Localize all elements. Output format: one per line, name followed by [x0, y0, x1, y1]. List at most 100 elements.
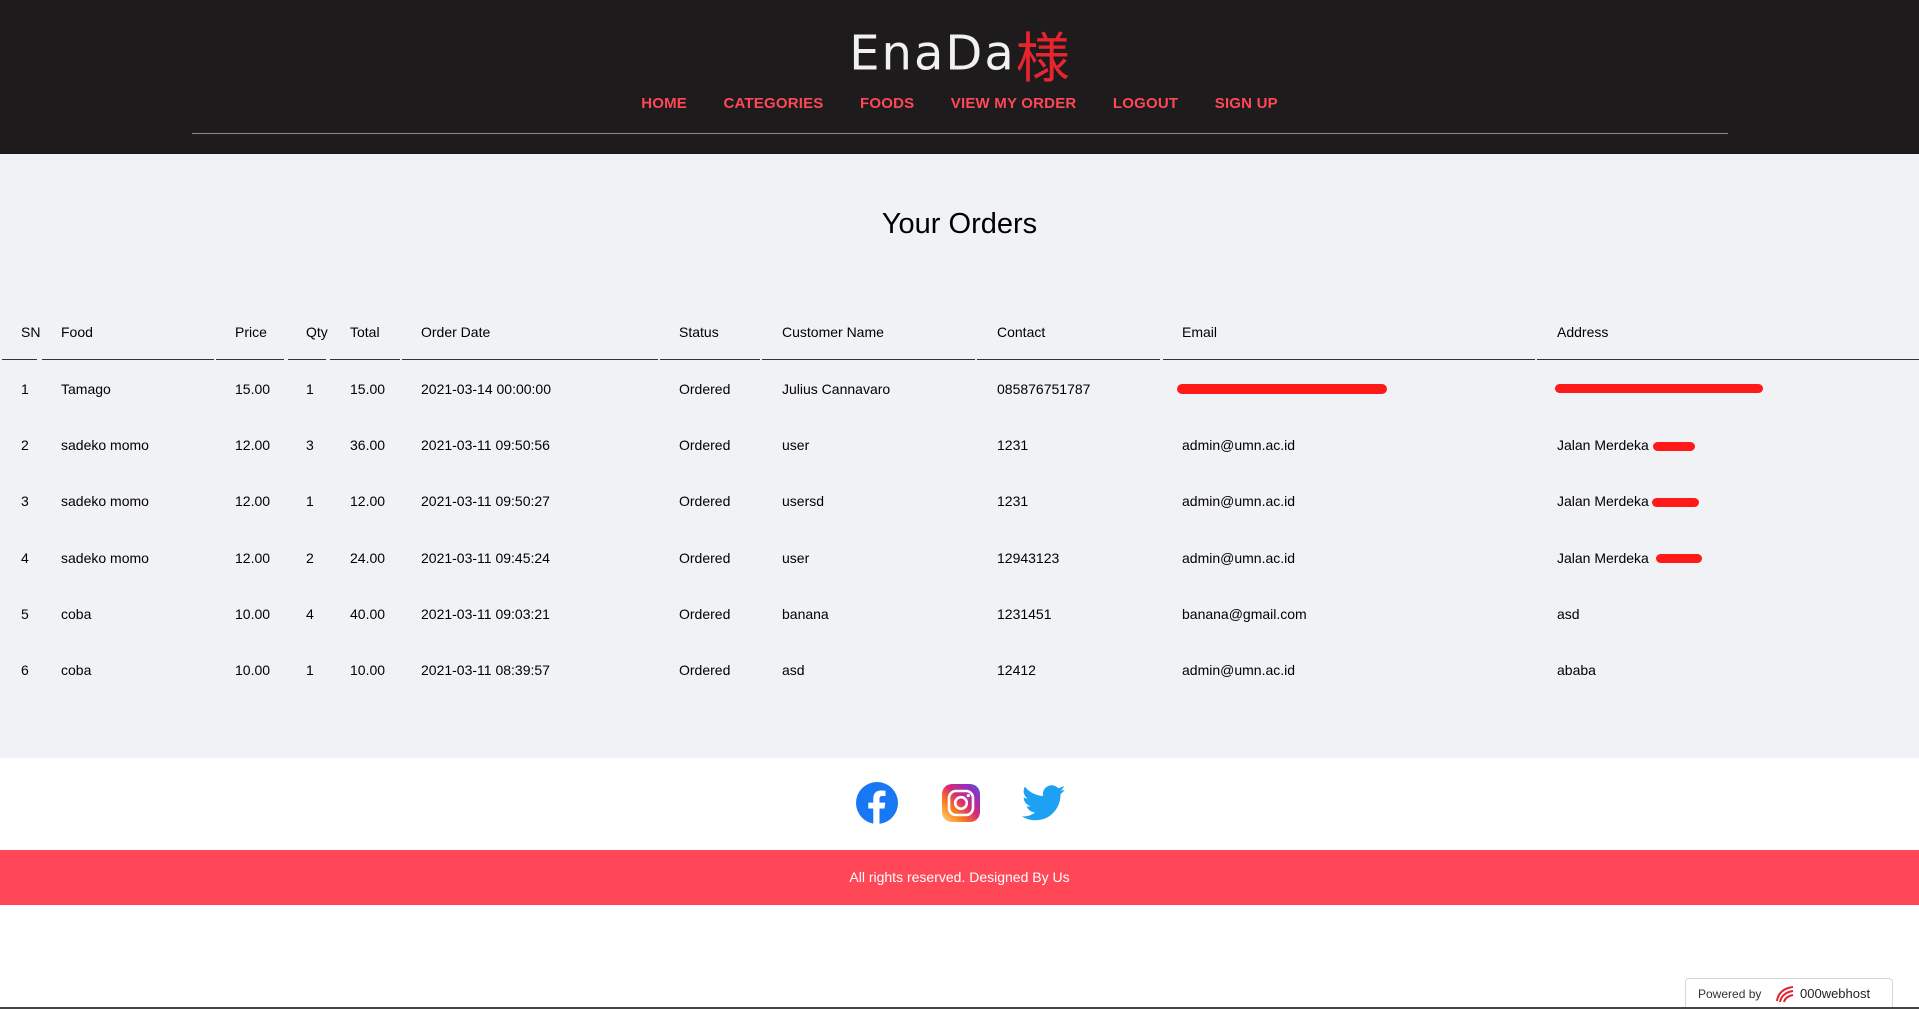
cell-contact: 1231 — [997, 437, 1029, 453]
cell-customer-name: Julius Cannavaro — [782, 381, 891, 397]
cell-price: 10.00 — [235, 606, 271, 622]
cell-email: admin@umn.ac.id — [1182, 662, 1296, 678]
cell-order-date: 2021-03-14 00:00:00 — [421, 381, 551, 397]
footer-copyright: All rights reserved. Designed By Us — [849, 869, 1070, 885]
cell-address: ababa — [1557, 662, 1596, 678]
nav-foods[interactable]: FOODS — [860, 95, 914, 112]
header-underline — [402, 359, 658, 360]
nav-logout[interactable]: LOGOUT — [1113, 95, 1178, 112]
cell-price: 12.00 — [235, 437, 271, 453]
cell-status: Ordered — [679, 550, 731, 566]
cell-contact: 1231 — [997, 493, 1029, 509]
cell-contact: 12943123 — [997, 550, 1060, 566]
cell-order-date: 2021-03-11 08:39:57 — [421, 662, 550, 678]
cell-total: 24.00 — [350, 550, 386, 566]
column-header-customer-name: Customer Name — [782, 324, 884, 340]
site-footer: All rights reserved. Designed By Us — [0, 850, 1919, 905]
webhost-logo-icon — [1776, 986, 1794, 1003]
cell-email: admin@umn.ac.id — [1182, 550, 1296, 566]
cell-price: 15.00 — [235, 381, 271, 397]
cell-food: coba — [61, 606, 92, 622]
cell-email: banana@gmail.com — [1182, 606, 1307, 622]
social-links — [0, 758, 1919, 850]
cell-contact: 085876751787 — [997, 381, 1091, 397]
cell-customer-name: user — [782, 437, 810, 453]
cell-email: admin@umn.ac.id — [1182, 493, 1296, 509]
cell-total: 40.00 — [350, 606, 386, 622]
cell-contact: 12412 — [997, 662, 1036, 678]
redaction-mark — [1555, 384, 1763, 393]
cell-address: Jalan Merdeka — [1557, 550, 1649, 566]
header-underline — [1163, 359, 1535, 360]
cell-total: 36.00 — [350, 437, 386, 453]
column-header-food: Food — [61, 324, 93, 340]
column-header-contact: Contact — [997, 324, 1046, 340]
nav-view-my-order[interactable]: VIEW MY ORDER — [951, 95, 1077, 112]
cell-address: Jalan Merdeka — [1557, 437, 1649, 453]
site-logo[interactable]: EnaDa様 — [0, 14, 1919, 93]
powered-by-label: Powered by — [1698, 987, 1762, 1001]
nav-home[interactable]: HOME — [641, 95, 687, 112]
cell-order-date: 2021-03-11 09:45:24 — [421, 550, 550, 566]
cell-total: 15.00 — [350, 381, 386, 397]
column-header-status: Status — [679, 324, 719, 340]
cell-price: 12.00 — [235, 493, 271, 509]
facebook-icon[interactable] — [855, 781, 899, 825]
cell-sn: 6 — [21, 662, 29, 678]
redaction-mark — [1177, 384, 1387, 394]
column-header-order-date: Order Date — [421, 324, 491, 340]
cell-customer-name: user — [782, 550, 810, 566]
header-underline — [762, 359, 975, 360]
cell-total: 12.00 — [350, 493, 386, 509]
cell-status: Ordered — [679, 437, 731, 453]
cell-food: sadeko momo — [61, 493, 149, 509]
cell-qty: 1 — [306, 493, 314, 509]
webhost-brand: 000webhost — [1800, 986, 1871, 1001]
column-header-price: Price — [235, 324, 267, 340]
redaction-mark — [1656, 554, 1702, 563]
cell-sn: 2 — [21, 437, 29, 453]
cell-qty: 2 — [306, 550, 314, 566]
nav-divider — [192, 133, 1728, 134]
cell-sn: 4 — [21, 550, 29, 566]
cell-price: 10.00 — [235, 662, 271, 678]
cell-qty: 1 — [306, 381, 314, 397]
cell-customer-name: banana — [782, 606, 829, 622]
header-underline — [288, 359, 326, 360]
cell-email: admin@umn.ac.id — [1182, 437, 1296, 453]
column-header-total: Total — [350, 324, 380, 340]
nav-sign-up[interactable]: SIGN UP — [1215, 95, 1278, 112]
cell-contact: 1231451 — [997, 606, 1052, 622]
cell-food: sadeko momo — [61, 550, 149, 566]
cell-customer-name: asd — [782, 662, 805, 678]
cell-status: Ordered — [679, 606, 731, 622]
instagram-icon[interactable] — [939, 781, 983, 825]
header-underline — [660, 359, 760, 360]
cell-food: sadeko momo — [61, 437, 149, 453]
orders-section: Your Orders SN Food Price Qty Total Order Dat… — [0, 154, 1919, 758]
site-header: EnaDa様 HOME CATEGORIES FOODS VIEW MY ORD… — [0, 0, 1919, 154]
cell-sn: 1 — [21, 381, 29, 397]
cell-sn: 5 — [21, 606, 29, 622]
cell-order-date: 2021-03-11 09:50:27 — [421, 493, 550, 509]
cell-price: 12.00 — [235, 550, 271, 566]
header-underline — [216, 359, 284, 360]
cell-customer-name: usersd — [782, 493, 825, 509]
cell-sn: 3 — [21, 493, 29, 509]
column-header-qty: Qty — [306, 324, 328, 340]
cell-food: Tamago — [61, 381, 111, 397]
cell-order-date: 2021-03-11 09:03:21 — [421, 606, 550, 622]
column-header-address: Address — [1557, 324, 1609, 340]
header-underline — [330, 359, 400, 360]
nav-categories[interactable]: CATEGORIES — [723, 95, 823, 112]
powered-by-badge[interactable]: Powered by 000webhost — [1685, 978, 1893, 1008]
column-header-email: Email — [1182, 324, 1218, 340]
cell-qty: 1 — [306, 662, 314, 678]
column-header-sn: SN — [21, 324, 41, 340]
header-underline — [1537, 359, 1919, 360]
main-nav: HOME CATEGORIES FOODS VIEW MY ORDER LOGO… — [0, 95, 1919, 113]
cell-order-date: 2021-03-11 09:50:56 — [421, 437, 550, 453]
header-underline — [2, 359, 37, 360]
twitter-icon[interactable] — [1022, 781, 1066, 825]
redaction-mark — [1653, 442, 1695, 451]
